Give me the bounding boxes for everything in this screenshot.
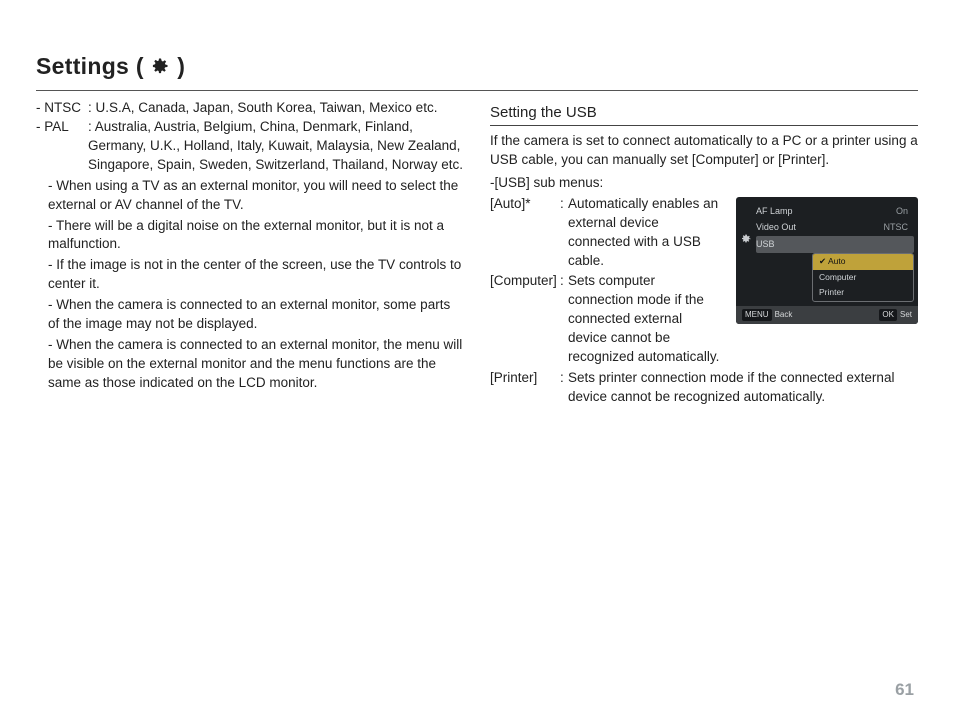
- ntsc-label: - NTSC: [36, 99, 88, 118]
- right-column: Setting the USB If the camera is set to …: [490, 99, 918, 406]
- pal-desc: : Australia, Austria, Belgium, China, De…: [88, 118, 464, 175]
- bullet: - When the camera is connected to an ext…: [36, 296, 464, 334]
- usb-desc: Automatically enables an external device…: [568, 195, 724, 271]
- usb-item-auto: [Auto]* : Automatically enables an exter…: [490, 195, 724, 271]
- usb-item-computer: [Computer] : Sets computer connection mo…: [490, 272, 724, 366]
- setting-usb-heading: Setting the USB: [490, 102, 918, 126]
- cam-dropdown-item-selected: ✔ Auto: [813, 254, 913, 270]
- cam-dropdown-item: Printer: [813, 285, 913, 301]
- ntsc-desc: : U.S.A, Canada, Japan, South Korea, Tai…: [88, 99, 464, 118]
- usb-term: [Computer]: [490, 272, 560, 366]
- camera-menu-screenshot: AF Lamp On Video Out NTSC USB: [736, 197, 918, 324]
- ntsc-row: - NTSC : U.S.A, Canada, Japan, South Kor…: [36, 99, 464, 118]
- cam-row: Video Out NTSC: [756, 219, 918, 236]
- page-title: Settings ( ): [36, 50, 918, 84]
- left-bullets: - When using a TV as an external monitor…: [36, 177, 464, 393]
- page-number: 61: [895, 678, 914, 702]
- cam-row-value: On: [896, 205, 912, 218]
- gear-icon: [150, 52, 170, 84]
- usb-item-printer: [Printer] : Sets printer connection mode…: [490, 369, 918, 407]
- cam-row-value: NTSC: [884, 221, 913, 234]
- left-column: - NTSC : U.S.A, Canada, Japan, South Kor…: [36, 99, 464, 406]
- usb-submenu-label: -[USB] sub menus:: [490, 174, 918, 193]
- bullet: - When using a TV as an external monitor…: [36, 177, 464, 215]
- cam-dropdown: ✔ Auto Computer Printer: [812, 253, 914, 303]
- cam-footer-back: MENUBack: [742, 309, 792, 320]
- pal-label: - PAL: [36, 118, 88, 175]
- usb-desc: Sets computer connection mode if the con…: [568, 272, 724, 366]
- title-text: Settings (: [36, 53, 144, 79]
- cam-row-label: AF Lamp: [756, 205, 793, 218]
- title-close: ): [177, 53, 185, 79]
- cam-footer-set: OKSet: [879, 309, 912, 320]
- pal-row: - PAL : Australia, Austria, Belgium, Chi…: [36, 118, 464, 175]
- gear-icon-small: [740, 233, 752, 249]
- usb-submenu-block: -[USB] sub menus: [Auto]* : Automaticall…: [490, 174, 918, 407]
- usb-term: [Auto]*: [490, 195, 560, 271]
- usb-term: [Printer]: [490, 369, 560, 407]
- bullet: - There will be a digital noise on the e…: [36, 217, 464, 255]
- cam-row-label: Video Out: [756, 221, 796, 234]
- bullet: - If the image is not in the center of t…: [36, 256, 464, 294]
- cam-row-label: USB: [756, 238, 775, 251]
- cam-row-selected: USB: [756, 236, 914, 253]
- bullet: - When the camera is connected to an ext…: [36, 336, 464, 393]
- usb-desc: Sets printer connection mode if the conn…: [568, 369, 918, 407]
- usb-intro: If the camera is set to connect automati…: [490, 132, 918, 170]
- title-rule: [36, 90, 918, 91]
- cam-row: AF Lamp On: [756, 203, 918, 220]
- cam-dropdown-item: Computer: [813, 270, 913, 286]
- cam-footer: MENUBack OKSet: [736, 306, 918, 323]
